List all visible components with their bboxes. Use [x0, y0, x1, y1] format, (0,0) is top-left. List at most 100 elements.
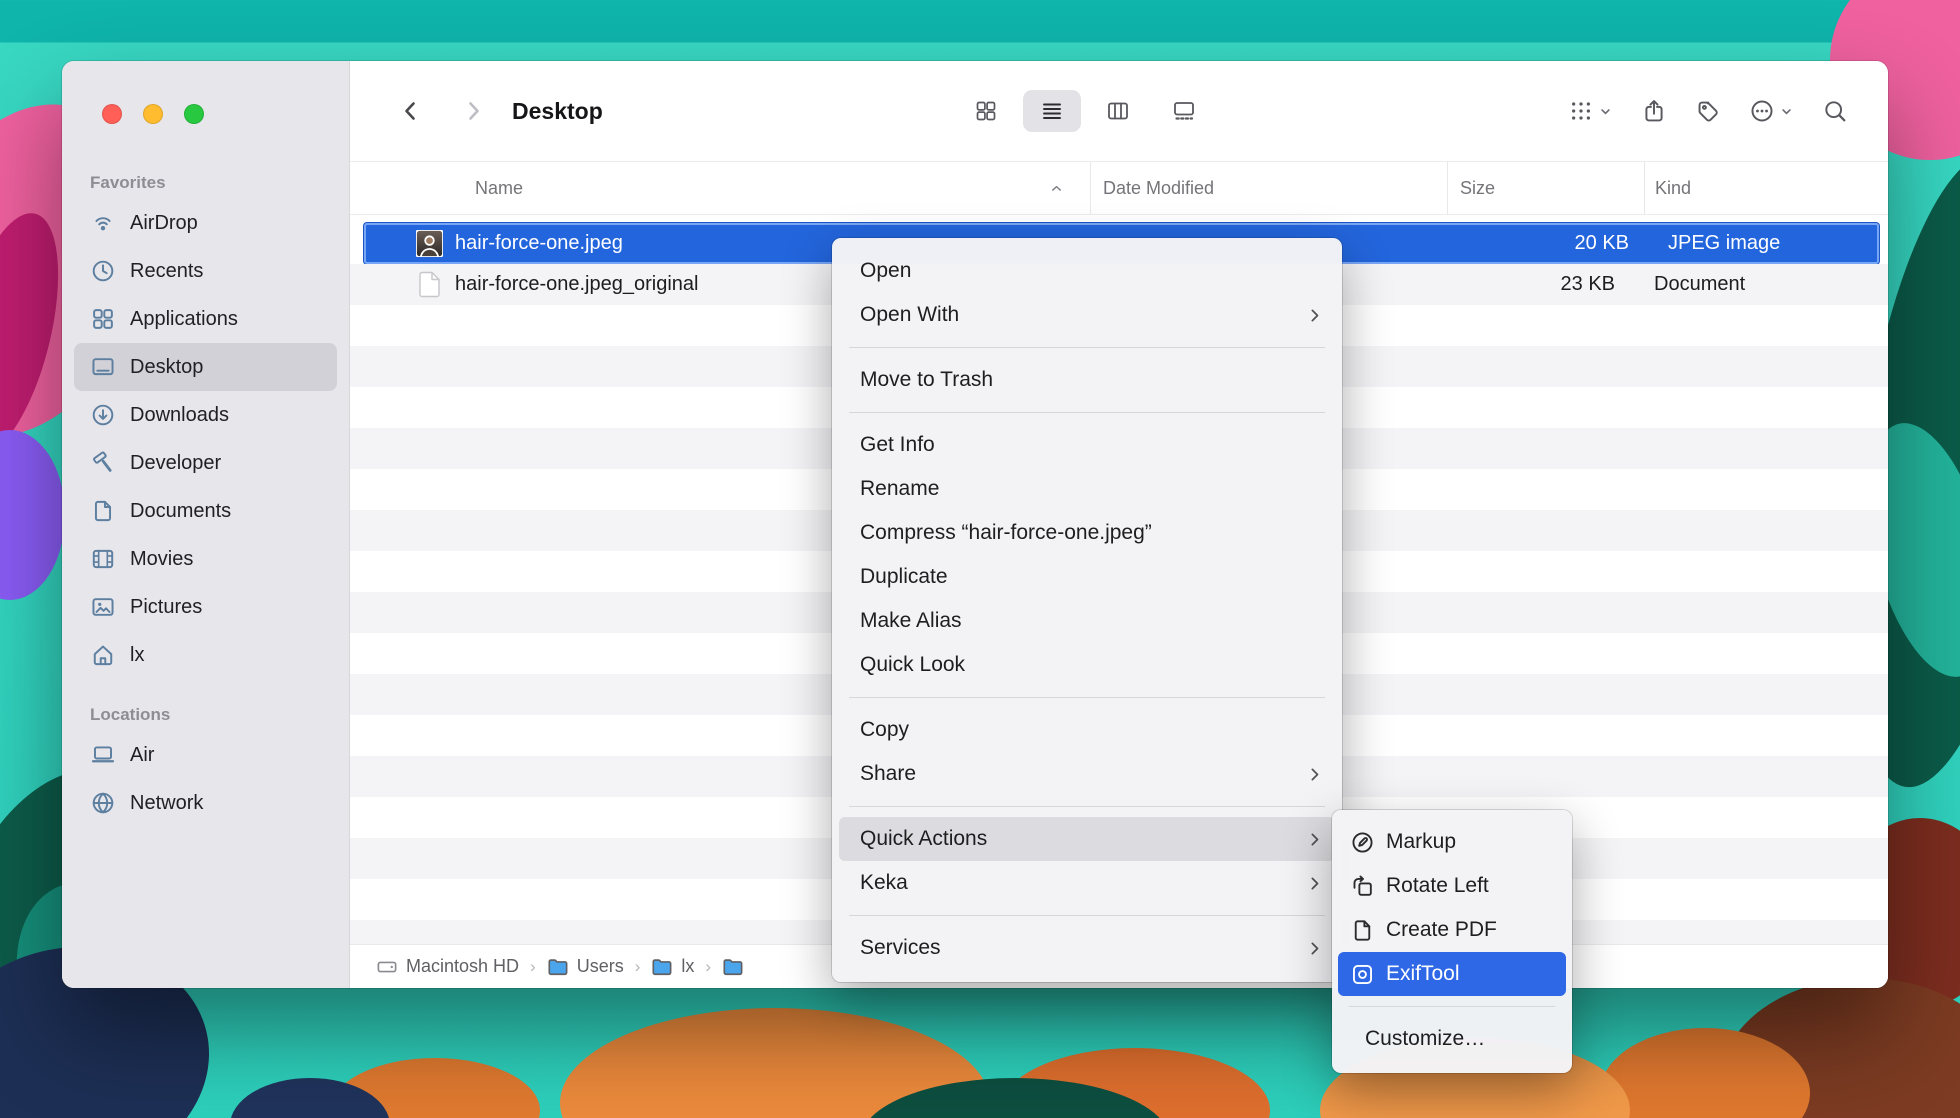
sidebar-item-applications[interactable]: Applications	[74, 295, 337, 343]
menu-item-label: Keka	[860, 871, 908, 895]
menu-item-label: Move to Trash	[860, 368, 993, 392]
sidebar-item-network[interactable]: Network	[74, 779, 337, 827]
sidebar-item-desktop[interactable]: Desktop	[74, 343, 337, 391]
sort-ascending-icon	[1049, 181, 1064, 196]
column-header-size[interactable]: Size	[1447, 162, 1644, 214]
menu-item-services[interactable]: Services	[839, 926, 1335, 970]
desktop-icon	[90, 354, 116, 380]
menu-separator	[849, 806, 1325, 807]
column-header-name[interactable]: Name	[350, 162, 1090, 214]
path-separator: ›	[705, 957, 711, 977]
column-header-date-modified[interactable]: Date Modified	[1090, 162, 1447, 214]
pathbar-item-partial[interactable]	[722, 956, 744, 978]
group-icon	[1568, 98, 1594, 124]
pathbar-item-users[interactable]: Users	[547, 956, 624, 978]
folder-icon	[547, 956, 569, 978]
sidebar-section-favorites: Favorites	[62, 173, 349, 199]
sidebar-item-label: Recents	[130, 260, 203, 283]
chevron-down-icon	[1779, 104, 1794, 119]
menu-item-duplicate[interactable]: Duplicate	[839, 555, 1335, 599]
menu-item-label: Rename	[860, 477, 939, 501]
submenu-item-label: Markup	[1386, 830, 1456, 854]
sidebar-item-downloads[interactable]: Downloads	[74, 391, 337, 439]
icon-view-button[interactable]	[957, 90, 1015, 132]
gallery-view-icon	[1172, 99, 1196, 123]
forward-button[interactable]	[456, 94, 490, 128]
sidebar-item-developer[interactable]: Developer	[74, 439, 337, 487]
column-view-icon	[1106, 99, 1130, 123]
pathbar-item-lx[interactable]: lx	[651, 956, 694, 978]
sidebar-item-documents[interactable]: Documents	[74, 487, 337, 535]
sidebar-item-label: Movies	[130, 548, 193, 571]
sidebar-item-label: Air	[130, 744, 154, 767]
column-label: Kind	[1655, 178, 1691, 199]
tags-button[interactable]	[1695, 98, 1721, 124]
menu-item-compress[interactable]: Compress “hair-force-one.jpeg”	[839, 511, 1335, 555]
column-view-button[interactable]	[1089, 90, 1147, 132]
share-button[interactable]	[1641, 98, 1667, 124]
sidebar-item-recents[interactable]: Recents	[74, 247, 337, 295]
sidebar-item-label: AirDrop	[130, 212, 198, 235]
submenu-item-create-pdf[interactable]: Create PDF	[1338, 908, 1566, 952]
sidebar-item-airdrop[interactable]: AirDrop	[74, 199, 337, 247]
file-size: 23 KB	[1447, 273, 1644, 296]
menu-item-label: Open With	[860, 303, 959, 327]
menu-item-move-to-trash[interactable]: Move to Trash	[839, 358, 1335, 402]
submenu-item-label: ExifTool	[1386, 962, 1460, 986]
search-button[interactable]	[1822, 98, 1848, 124]
menu-item-copy[interactable]: Copy	[839, 708, 1335, 752]
sidebar: Favorites AirDrop Recents Applications D…	[62, 61, 350, 988]
grid-view-icon	[974, 99, 998, 123]
close-button[interactable]	[102, 104, 122, 124]
submenu-item-markup[interactable]: Markup	[1338, 820, 1566, 864]
menu-item-open-with[interactable]: Open With	[839, 293, 1335, 337]
menu-separator	[849, 697, 1325, 698]
pathbar-item-macintosh-hd[interactable]: Macintosh HD	[376, 956, 519, 978]
folder-icon	[722, 956, 744, 978]
menu-item-share[interactable]: Share	[839, 752, 1335, 796]
column-label: Size	[1460, 178, 1495, 199]
submenu-chevron-icon	[1306, 940, 1323, 957]
submenu-chevron-icon	[1306, 766, 1323, 783]
menu-item-get-info[interactable]: Get Info	[839, 423, 1335, 467]
menu-item-open[interactable]: Open	[839, 249, 1335, 293]
submenu-item-label: Customize…	[1365, 1027, 1485, 1051]
sidebar-item-air[interactable]: Air	[74, 731, 337, 779]
submenu-item-customize[interactable]: Customize…	[1338, 1017, 1566, 1061]
sidebar-item-home[interactable]: lx	[74, 631, 337, 679]
window-controls	[102, 104, 204, 124]
film-icon	[90, 546, 116, 572]
menu-item-label: Services	[860, 936, 941, 960]
pathbar-label: lx	[681, 956, 694, 977]
globe-icon	[90, 790, 116, 816]
menu-item-quick-look[interactable]: Quick Look	[839, 643, 1335, 687]
sidebar-item-pictures[interactable]: Pictures	[74, 583, 337, 631]
menu-item-quick-actions[interactable]: Quick Actions	[839, 817, 1335, 861]
menu-item-keka[interactable]: Keka	[839, 861, 1335, 905]
share-icon	[1641, 98, 1667, 124]
back-button[interactable]	[394, 94, 428, 128]
minimize-button[interactable]	[143, 104, 163, 124]
pathbar-label: Macintosh HD	[406, 956, 519, 977]
list-view-button[interactable]	[1023, 90, 1081, 132]
menu-item-label: Get Info	[860, 433, 935, 457]
view-mode-segment	[957, 90, 1213, 132]
submenu-item-rotate-left[interactable]: Rotate Left	[1338, 864, 1566, 908]
submenu-item-exiftool[interactable]: ExifTool	[1338, 952, 1566, 996]
group-by-button[interactable]	[1568, 98, 1613, 124]
more-actions-button[interactable]	[1749, 98, 1794, 124]
column-header-kind[interactable]: Kind	[1644, 162, 1888, 214]
sidebar-item-movies[interactable]: Movies	[74, 535, 337, 583]
airdrop-icon	[90, 210, 116, 236]
rotate-left-icon	[1350, 874, 1375, 899]
menu-item-make-alias[interactable]: Make Alias	[839, 599, 1335, 643]
sidebar-item-label: Applications	[130, 308, 238, 331]
menu-item-label: Share	[860, 762, 916, 786]
menu-item-label: Open	[860, 259, 911, 283]
jpeg-thumbnail-icon	[416, 230, 443, 257]
menu-item-rename[interactable]: Rename	[839, 467, 1335, 511]
ellipsis-circle-icon	[1749, 98, 1775, 124]
path-separator: ›	[635, 957, 641, 977]
gallery-view-button[interactable]	[1155, 90, 1213, 132]
zoom-button[interactable]	[184, 104, 204, 124]
